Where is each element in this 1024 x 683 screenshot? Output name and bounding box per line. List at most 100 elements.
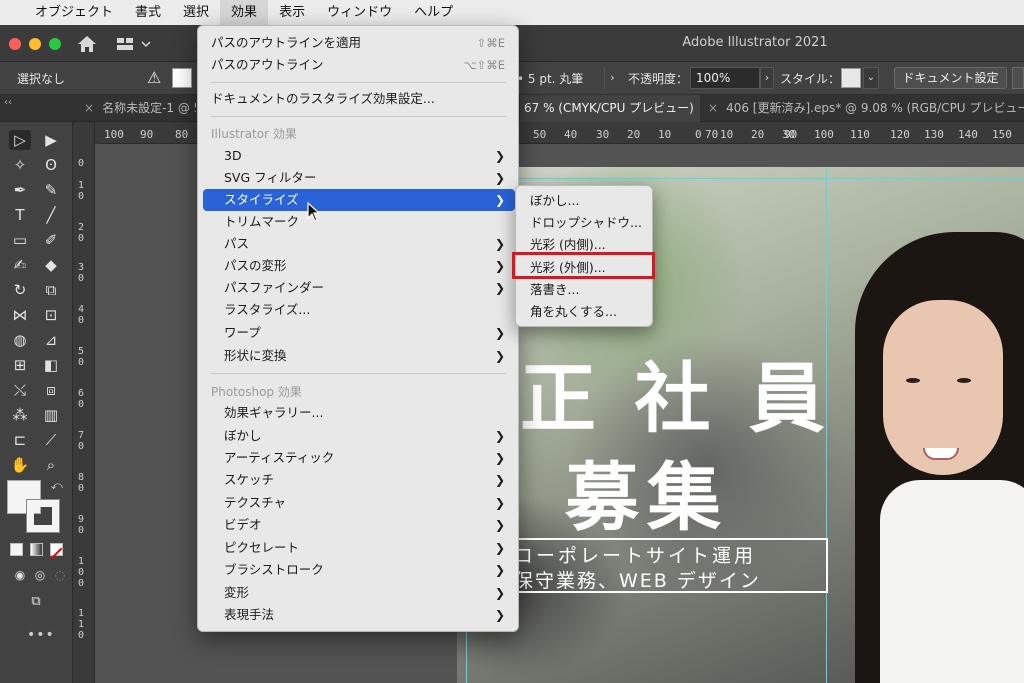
menu-item-svg-filter[interactable]: SVG フィルター ❯	[203, 167, 515, 189]
none-mode-icon[interactable]	[50, 543, 63, 560]
artboard-tool-icon[interactable]: ⊏	[9, 430, 31, 450]
menu-item-raster-settings[interactable]: ドキュメントのラスタライズ効果設定...	[203, 88, 515, 110]
tab-document-active[interactable]: 67 % (CMYK/CPU プレビュー)	[520, 95, 700, 122]
menu-item-distort-transform[interactable]: パスの変形 ❯	[203, 255, 515, 277]
artwork-headline-2[interactable]: 募集	[565, 438, 729, 545]
close-tab-icon[interactable]: ×	[84, 101, 94, 115]
opacity-chevron-icon[interactable]: ›	[760, 67, 774, 89]
opacity-input[interactable]: 100%	[690, 67, 760, 89]
menu-item-pixelate[interactable]: ピクセレート ❯	[203, 537, 515, 559]
menu-type[interactable]: 書式	[124, 0, 172, 25]
slice-tool-icon[interactable]: ⟋	[40, 430, 62, 450]
brush-dropdown-icon[interactable]: ›	[604, 67, 620, 89]
column-graph-tool-icon[interactable]: ▥	[40, 405, 62, 425]
more-tools-icon[interactable]: •••	[27, 627, 55, 643]
workspace-switcher-icon[interactable]	[116, 37, 152, 51]
chevron-right-icon: ❯	[494, 496, 505, 510]
draw-normal-icon[interactable]: ◉	[9, 565, 31, 585]
menu-item-label: パスの変形	[224, 258, 287, 273]
draw-behind-icon[interactable]: ◎	[29, 565, 51, 585]
hand-tool-icon[interactable]: ✋	[9, 455, 31, 475]
symbol-sprayer-tool-icon[interactable]: ⁂	[9, 405, 31, 425]
document-settings-button[interactable]: ドキュメント設定	[894, 67, 1007, 89]
style-dropdown-icon[interactable]: ⌄	[863, 67, 879, 89]
submenu-item-scribble[interactable]: 落書き...	[521, 279, 649, 301]
opacity-label[interactable]: 不透明度：	[628, 70, 688, 87]
collapse-panel-icon[interactable]: ‹‹	[4, 97, 12, 108]
lasso-tool-icon[interactable]: ʘ	[40, 155, 62, 175]
submenu-item-round-corners[interactable]: 角を丸くする...	[521, 301, 649, 323]
scale-tool-icon[interactable]: ⧉	[40, 280, 62, 300]
control-bar-more-button[interactable]	[1012, 67, 1024, 89]
mesh-tool-icon[interactable]: ⊞	[9, 355, 31, 375]
pen-tool-icon[interactable]: ✒	[9, 180, 31, 200]
color-mode-icon[interactable]	[10, 543, 23, 556]
menu-object[interactable]: オブジェクト	[24, 0, 124, 25]
swap-fill-stroke-icon[interactable]: ⤺	[51, 479, 63, 493]
menu-help[interactable]: ヘルプ	[403, 0, 464, 25]
rotate-tool-icon[interactable]: ↻	[9, 280, 31, 300]
menu-item-rasterize[interactable]: ラスタライズ...	[203, 299, 515, 321]
tab-document-1[interactable]: × 名称未設定-1 @ 54	[84, 95, 196, 122]
menu-window[interactable]: ウィンドウ	[316, 0, 403, 25]
tab-document-3[interactable]: × 406 [更新済み].eps* @ 9.08 % (RGB/CPU プレビュー…	[708, 95, 1024, 122]
blend-tool-icon[interactable]: ⧈	[40, 380, 62, 400]
shaper-tool-icon[interactable]: ✍	[9, 255, 31, 275]
graphic-style-swatch[interactable]	[841, 68, 861, 88]
home-icon[interactable]	[77, 35, 97, 53]
rectangle-tool-icon[interactable]: ▭	[9, 230, 31, 250]
artwork-subtitle-1[interactable]: コーポレートサイト運用	[514, 541, 756, 568]
draw-inside-icon[interactable]: ◌	[49, 565, 71, 585]
menu-view[interactable]: 表示	[268, 0, 316, 25]
paintbrush-tool-icon[interactable]: ✐	[40, 230, 62, 250]
menu-item-texture[interactable]: テクスチャ ❯	[203, 492, 515, 514]
zoom-window-button[interactable]	[49, 38, 61, 50]
artwork-headline-1[interactable]: 正 社 員	[520, 337, 831, 447]
menu-item-blur[interactable]: ぼかし ❯	[203, 425, 515, 447]
menu-item-brush-strokes[interactable]: ブラシストローク ❯	[203, 559, 515, 581]
gradient-mode-icon[interactable]	[30, 543, 43, 556]
perspective-grid-tool-icon[interactable]: ⊿	[40, 330, 62, 350]
magic-wand-tool-icon[interactable]: ✧	[9, 155, 31, 175]
menu-item-apply-outline[interactable]: パスのアウトラインを適用 ⇧⌘E	[203, 32, 515, 54]
width-tool-icon[interactable]: ⋈	[9, 305, 31, 325]
screen-mode-icon[interactable]: ⧉	[25, 592, 47, 612]
menu-item-effect-gallery[interactable]: 効果ギャラリー...	[203, 402, 515, 424]
menu-item-sketch[interactable]: スケッチ ❯	[203, 469, 515, 491]
menu-item-3d[interactable]: 3D ❯	[203, 145, 515, 167]
stroke-swatch[interactable]	[26, 499, 60, 533]
menu-select[interactable]: 選択	[172, 0, 220, 25]
curvature-tool-icon[interactable]: ✎	[40, 180, 62, 200]
menu-item-warp[interactable]: ワープ ❯	[203, 322, 515, 344]
selection-tool-icon[interactable]: ▷	[9, 130, 31, 150]
menu-item-stylize-ps[interactable]: 表現手法 ❯	[203, 604, 515, 626]
menu-item-artistic[interactable]: アーティスティック ❯	[203, 447, 515, 469]
artwork-subtitle-2[interactable]: 保守業務、WEB デザイン	[514, 566, 761, 593]
free-transform-tool-icon[interactable]: ⊡	[40, 305, 62, 325]
menu-item-convert-to-shape[interactable]: 形状に変換 ❯	[203, 345, 515, 367]
close-tab-icon[interactable]: ×	[708, 101, 718, 115]
minimize-window-button[interactable]	[29, 38, 41, 50]
fill-color-swatch[interactable]	[172, 68, 192, 88]
submenu-item-feather[interactable]: ぼかし...	[521, 190, 649, 212]
type-tool-icon[interactable]: T	[9, 205, 31, 225]
submenu-item-drop-shadow[interactable]: ドロップシャドウ...	[521, 212, 649, 234]
zoom-tool-icon[interactable]: ⌕	[40, 455, 62, 475]
menu-item-trim-marks[interactable]: トリムマーク	[203, 211, 515, 233]
eraser-tool-icon[interactable]: ◆	[40, 255, 62, 275]
direct-selection-tool-icon[interactable]: ▶	[40, 130, 62, 150]
menu-item-pathfinder[interactable]: パスファインダー ❯	[203, 277, 515, 299]
menu-effect[interactable]: 効果	[220, 0, 269, 25]
close-window-button[interactable]	[9, 38, 21, 50]
menu-item-video[interactable]: ビデオ ❯	[203, 514, 515, 536]
eyedropper-tool-icon[interactable]: ⤯	[9, 380, 31, 400]
menu-item-path[interactable]: パス ❯	[203, 233, 515, 255]
menu-item-distort[interactable]: 変形 ❯	[203, 582, 515, 604]
menu-item-outline[interactable]: パスのアウトライン ⌥⇧⌘E	[203, 54, 515, 76]
gradient-tool-icon[interactable]: ◧	[40, 355, 62, 375]
vertical-ruler[interactable]: 0 1 0 2 0 3 0 4 0 5 0 6 0 7 0 8 0 9 0 1 …	[73, 122, 95, 683]
brush-definition[interactable]: • 5 pt. 丸筆	[517, 70, 583, 87]
shape-builder-tool-icon[interactable]: ◍	[9, 330, 31, 350]
line-tool-icon[interactable]: ╱	[40, 205, 62, 225]
menu-item-stylize[interactable]: スタイライズ ❯	[203, 189, 515, 211]
